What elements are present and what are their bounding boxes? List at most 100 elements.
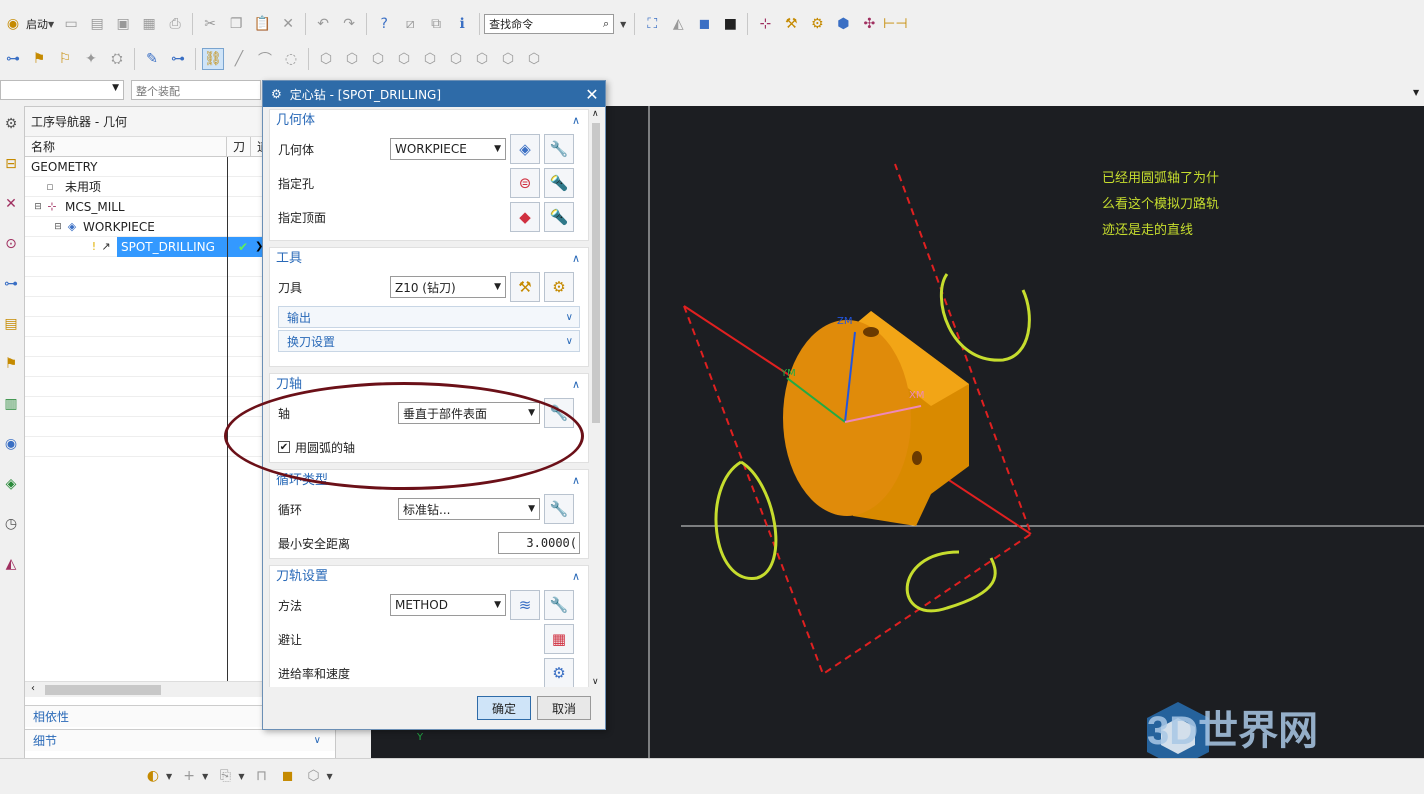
new-icon[interactable]: ▭ bbox=[60, 13, 82, 35]
flashlight-icon[interactable]: 🔦 bbox=[544, 168, 574, 198]
chevron-down-icon[interactable]: ▼ bbox=[620, 20, 626, 29]
wcs-icon[interactable]: ⊹ bbox=[754, 13, 776, 35]
arc-axis-checkbox[interactable]: ✔ bbox=[278, 441, 290, 453]
column-name[interactable]: 名称 bbox=[25, 137, 227, 156]
undo-icon[interactable]: ↶ bbox=[312, 13, 334, 35]
dialog-scrollbar[interactable]: ∧ ∨ bbox=[589, 109, 603, 687]
cycle-select[interactable]: 标准钻... ▼ bbox=[398, 498, 540, 520]
scroll-thumb[interactable] bbox=[592, 123, 600, 423]
open-icon[interactable]: ▤ bbox=[86, 13, 108, 35]
flashlight-disabled-icon[interactable]: 🔦 bbox=[544, 202, 574, 232]
save-icon[interactable]: ▣ bbox=[112, 13, 134, 35]
scroll-thumb[interactable] bbox=[45, 685, 161, 695]
column-tool[interactable]: 刀 bbox=[227, 137, 251, 156]
circle-icon[interactable]: ◌ bbox=[280, 48, 302, 70]
chevron-down-icon[interactable]: ▼ bbox=[326, 772, 332, 781]
chevron-down-icon[interactable]: ▼ bbox=[238, 772, 244, 781]
collapse-icon[interactable]: ∧ bbox=[572, 566, 580, 588]
feature-6-icon[interactable]: ⬡ bbox=[445, 48, 467, 70]
tool-change-subgroup[interactable]: 换刀设置 ∨ bbox=[278, 330, 580, 352]
web-browser-icon[interactable]: ◉ bbox=[1, 436, 21, 456]
feature-navigator-icon[interactable]: ⊶ bbox=[1, 276, 21, 296]
print-icon[interactable]: ⎙ bbox=[164, 13, 186, 35]
palette-icon[interactable]: ▥ bbox=[1, 396, 21, 416]
cut-icon[interactable]: ✂ bbox=[199, 13, 221, 35]
method-select[interactable]: METHOD ▼ bbox=[390, 594, 506, 616]
reuse-library-icon[interactable]: ▤ bbox=[1, 316, 21, 336]
details-panel[interactable]: 细节 ∨ bbox=[25, 729, 335, 751]
min-clearance-input[interactable]: 3.0000( bbox=[498, 532, 580, 554]
select-hole-icon[interactable]: ⊜ bbox=[510, 168, 540, 198]
machine-navigator-icon[interactable]: ✕ bbox=[1, 196, 21, 216]
axis-wrench-icon[interactable]: 🔧 bbox=[544, 398, 574, 428]
feature-4-icon[interactable]: ⬡ bbox=[393, 48, 415, 70]
chain-icon[interactable]: ⛓ bbox=[202, 48, 224, 70]
new-tool-icon[interactable]: ⚒ bbox=[510, 272, 540, 302]
analysis-icon[interactable]: ⚙ bbox=[806, 13, 828, 35]
edit-cycle-icon[interactable]: 🔧 bbox=[544, 494, 574, 524]
block-icon[interactable]: ⬡ bbox=[302, 765, 324, 787]
save-as-icon[interactable]: ▦ bbox=[138, 13, 160, 35]
feature-2-icon[interactable]: ⬡ bbox=[341, 48, 363, 70]
collapse-icon[interactable]: ⊟ bbox=[51, 217, 65, 237]
part-navigator-icon[interactable]: ⊙ bbox=[1, 236, 21, 256]
feature-1-icon[interactable]: ⬡ bbox=[315, 48, 337, 70]
feature-8-icon[interactable]: ⬡ bbox=[497, 48, 519, 70]
command-search-input[interactable]: 查找命令 ⌕ bbox=[484, 14, 615, 34]
operation-navigator-icon[interactable]: ⊟ bbox=[1, 156, 21, 176]
chevron-down-icon[interactable]: ▼ bbox=[166, 772, 172, 781]
expand-icon[interactable]: ∨ bbox=[566, 331, 573, 353]
selection-icon[interactable]: ⬢ bbox=[832, 13, 854, 35]
collapse-icon[interactable]: ⊟ bbox=[31, 197, 45, 217]
verify-toolpath-icon[interactable]: ⊶ bbox=[167, 48, 189, 70]
stock-icon[interactable]: ◼ bbox=[276, 765, 298, 787]
ok-button[interactable]: 确定 bbox=[477, 696, 531, 720]
chevron-down-icon[interactable]: ▼ bbox=[202, 772, 208, 781]
edit-wrench-icon[interactable]: 🔧 bbox=[544, 134, 574, 164]
select-top-face-icon[interactable]: ◆ bbox=[510, 202, 540, 232]
chevron-down-icon[interactable]: ▼ bbox=[48, 20, 54, 29]
axis-select[interactable]: 垂直于部件表面 ▼ bbox=[398, 402, 540, 424]
ruler-icon[interactable]: ⊢⊣ bbox=[883, 13, 907, 35]
collapse-icon[interactable]: ∧ bbox=[572, 374, 580, 396]
create-tool-icon[interactable]: ⚑ bbox=[28, 48, 50, 70]
crosshair-icon[interactable]: + bbox=[178, 765, 200, 787]
output-subgroup[interactable]: 输出 ∨ bbox=[278, 306, 580, 328]
feature-3-icon[interactable]: ⬡ bbox=[367, 48, 389, 70]
feature-9-icon[interactable]: ⬡ bbox=[523, 48, 545, 70]
geometry-select[interactable]: WORKPIECE ▼ bbox=[390, 138, 506, 160]
path-settings-header[interactable]: 刀轨设置 ∧ bbox=[270, 566, 588, 588]
delete-icon[interactable]: ✕ bbox=[277, 13, 299, 35]
measure-icon[interactable]: ⚒ bbox=[780, 13, 802, 35]
redo-icon[interactable]: ↷ bbox=[338, 13, 360, 35]
layer-icon[interactable]: ⎘ bbox=[214, 765, 236, 787]
collapse-icon[interactable]: ∧ bbox=[572, 248, 580, 270]
info-icon[interactable]: ℹ bbox=[451, 13, 473, 35]
new-method-icon[interactable]: ≋ bbox=[510, 590, 540, 620]
arc-axis-label[interactable]: 用圆弧的轴 bbox=[295, 439, 355, 456]
cancel-button[interactable]: 取消 bbox=[537, 696, 591, 720]
generate-toolpath-icon[interactable]: ✎ bbox=[141, 48, 163, 70]
magnifier-icon[interactable]: ⌕ bbox=[603, 17, 609, 31]
expand-icon[interactable]: ∨ bbox=[566, 307, 573, 329]
hd3d-icon[interactable]: ⚑ bbox=[1, 356, 21, 376]
create-operation-icon[interactable]: ⛭ bbox=[106, 48, 128, 70]
window-icon[interactable]: ⧉ bbox=[425, 13, 447, 35]
edit-object-icon[interactable]: ⧄ bbox=[399, 13, 421, 35]
assembly-filter-select[interactable]: 整个装配 bbox=[131, 80, 261, 100]
background-color-icon[interactable]: ■ bbox=[719, 13, 741, 35]
chevron-down-icon[interactable]: ∨ bbox=[314, 730, 321, 752]
shaded-view-icon[interactable]: ◭ bbox=[667, 13, 689, 35]
create-geometry-icon[interactable]: ⚐ bbox=[54, 48, 76, 70]
arc-icon[interactable]: ⌒ bbox=[254, 48, 276, 70]
scroll-down-icon[interactable]: ∨ bbox=[592, 677, 599, 687]
cube-view-icon[interactable]: ◼ bbox=[693, 13, 715, 35]
settings-icon[interactable]: ⚙ bbox=[1, 116, 21, 136]
feeds-icon[interactable]: ⚙ bbox=[544, 658, 574, 687]
start-menu[interactable]: 启动 bbox=[26, 16, 48, 32]
edit-tool-icon[interactable]: ⚙ bbox=[544, 272, 574, 302]
nx-logo-icon[interactable]: ◉ bbox=[2, 13, 24, 35]
edit-method-icon[interactable]: 🔧 bbox=[544, 590, 574, 620]
clock-icon[interactable]: ◷ bbox=[1, 516, 21, 536]
mount-icon[interactable]: ⊓ bbox=[250, 765, 272, 787]
